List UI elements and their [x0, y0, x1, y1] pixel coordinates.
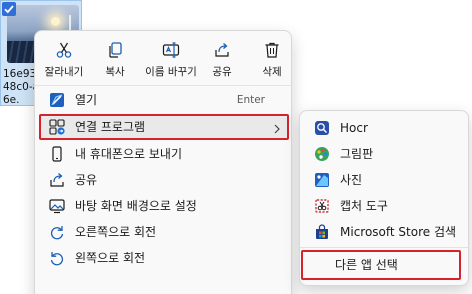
- submenu-item-hocr[interactable]: Hocr: [304, 115, 466, 141]
- share-icon: [215, 43, 229, 57]
- menu-item-label: 연결 프로그램: [75, 120, 146, 134]
- menu-divider: [35, 85, 291, 86]
- copy-button[interactable]: 복사: [97, 37, 133, 81]
- menu-item-label: 공유: [75, 173, 98, 187]
- submenu-item-photos[interactable]: 사진: [304, 167, 466, 193]
- submenu-divider: [300, 247, 468, 248]
- copy-icon: [109, 42, 122, 58]
- wallpaper-icon: [49, 199, 65, 214]
- paint-app-icon: [315, 147, 329, 161]
- hocr-app-icon: [315, 121, 329, 135]
- phone-icon: [52, 146, 62, 162]
- submenu-item-store-search[interactable]: Microsoft Store 검색: [304, 219, 466, 245]
- open-app-icon: [50, 93, 64, 107]
- snipping-tool-icon: [315, 199, 329, 213]
- rotate-right-icon: [50, 226, 64, 240]
- share-quick-label: 공유: [212, 66, 232, 78]
- rename-button[interactable]: 이름 바꾸기: [137, 37, 205, 81]
- rename-label: 이름 바꾸기: [145, 66, 197, 78]
- checkmark-icon: [4, 5, 14, 14]
- cut-button[interactable]: 잘라내기: [41, 37, 87, 81]
- menu-item-set-wallpaper[interactable]: 바탕 화면 배경으로 설정: [39, 193, 289, 219]
- scissors-icon: [56, 42, 72, 58]
- copy-label: 복사: [105, 66, 125, 78]
- submenu-item-label: 캡처 도구: [340, 199, 388, 213]
- submenu-item-label: 다른 앱 선택: [335, 258, 398, 272]
- share-icon: [50, 173, 64, 187]
- submenu-item-paint[interactable]: 그림판: [304, 141, 466, 167]
- menu-item-label: 오른쪽으로 회전: [75, 225, 157, 239]
- trash-icon: [265, 42, 279, 58]
- share-quick-button[interactable]: 공유: [207, 37, 237, 81]
- menu-item-open-with[interactable]: 연결 프로그램: [39, 114, 289, 140]
- open-with-submenu: Hocr 그림판 사진 캡처 도구 Microsoft Store 검색 다른 …: [299, 110, 469, 286]
- quick-actions-bar: 잘라내기 복사 이름 바꾸기 공유 삭제: [35, 37, 291, 81]
- submenu-item-label: 사진: [340, 173, 363, 187]
- menu-item-label: 내 휴대폰으로 보내기: [75, 147, 182, 161]
- delete-button[interactable]: 삭제: [255, 37, 289, 81]
- submenu-item-label: 그림판: [340, 147, 374, 161]
- submenu-item-label: Microsoft Store 검색: [340, 225, 457, 239]
- context-menu: 잘라내기 복사 이름 바꾸기 공유 삭제 열기 Enter 연결 프로그램 내 …: [34, 30, 292, 294]
- delete-label: 삭제: [262, 66, 282, 78]
- menu-item-label: 왼쪽으로 회전: [75, 251, 146, 265]
- photos-app-icon: [315, 173, 329, 187]
- submenu-item-snipping-tool[interactable]: 캡처 도구: [304, 193, 466, 219]
- menu-item-rotate-right[interactable]: 오른쪽으로 회전: [39, 219, 289, 245]
- selection-checkbox[interactable]: [2, 2, 16, 16]
- menu-item-label: 바탕 화면 배경으로 설정: [75, 199, 197, 213]
- store-icon: [316, 224, 328, 239]
- shortcut-hint: Enter: [236, 94, 265, 106]
- chevron-right-icon: [274, 124, 280, 134]
- rename-icon: [162, 42, 180, 58]
- menu-item-rotate-left[interactable]: 왼쪽으로 회전: [39, 245, 289, 271]
- menu-item-label: 열기: [75, 93, 98, 107]
- menu-item-open[interactable]: 열기 Enter: [39, 87, 289, 113]
- cut-label: 잘라내기: [44, 66, 84, 78]
- submenu-item-choose-another-app[interactable]: 다른 앱 선택: [301, 250, 461, 280]
- menu-item-send-to-phone[interactable]: 내 휴대폰으로 보내기: [39, 141, 289, 167]
- open-with-icon: [49, 119, 65, 135]
- menu-item-share[interactable]: 공유: [39, 167, 289, 193]
- submenu-item-label: Hocr: [340, 121, 368, 135]
- rotate-left-icon: [50, 252, 64, 266]
